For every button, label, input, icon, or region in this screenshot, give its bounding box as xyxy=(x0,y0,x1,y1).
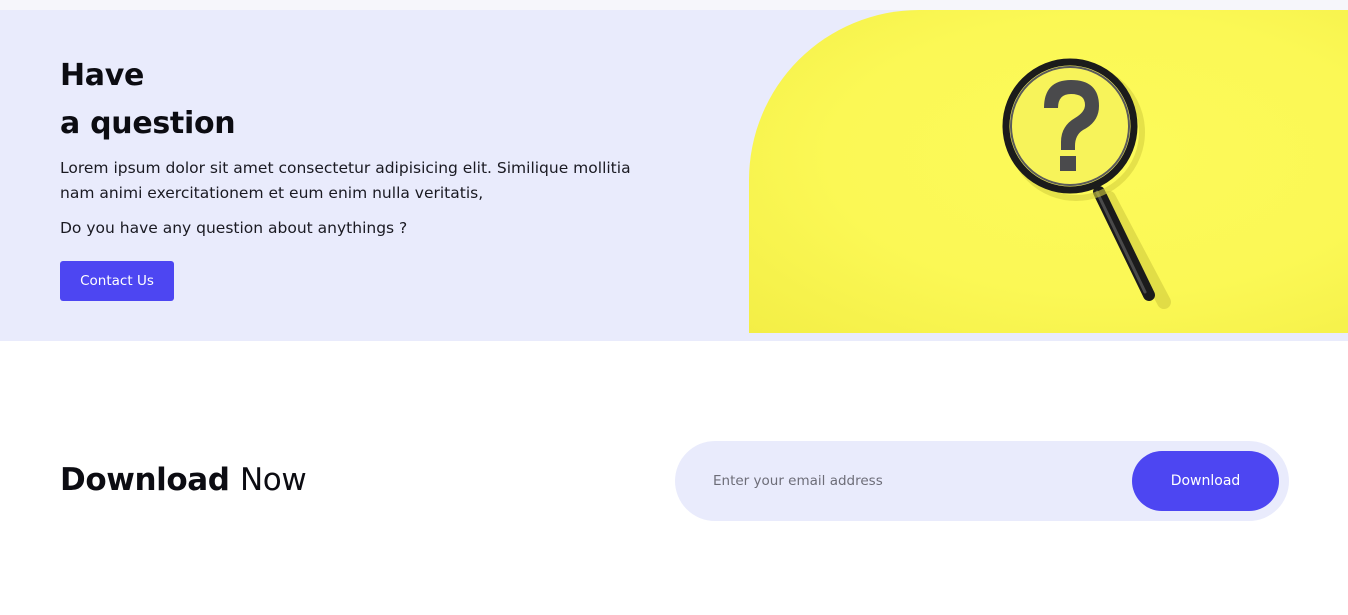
question-title-line-2: a question xyxy=(60,106,236,141)
download-title: Download Now xyxy=(60,458,307,502)
question-description: Lorem ipsum dolor sit amet consectetur a… xyxy=(60,159,631,202)
magnifying-glass-question-icon xyxy=(1002,58,1171,309)
question-section: Have a question Lorem ipsum dolor sit am… xyxy=(0,10,1348,341)
email-signup-form: Download xyxy=(675,441,1289,521)
question-text-block: Have a question Lorem ipsum dolor sit am… xyxy=(60,52,680,241)
download-title-bold: Download xyxy=(60,462,230,498)
question-hero-image xyxy=(749,10,1348,333)
download-button[interactable]: Download xyxy=(1132,451,1279,511)
contact-us-button[interactable]: Contact Us xyxy=(60,261,174,301)
question-title: Have a question xyxy=(60,52,680,148)
question-title-line-1: Have xyxy=(60,58,145,93)
email-input[interactable] xyxy=(713,461,1113,501)
top-strip xyxy=(0,0,1348,10)
question-prompt: Do you have any question about anythings… xyxy=(60,219,408,237)
download-title-light: Now xyxy=(239,462,307,498)
